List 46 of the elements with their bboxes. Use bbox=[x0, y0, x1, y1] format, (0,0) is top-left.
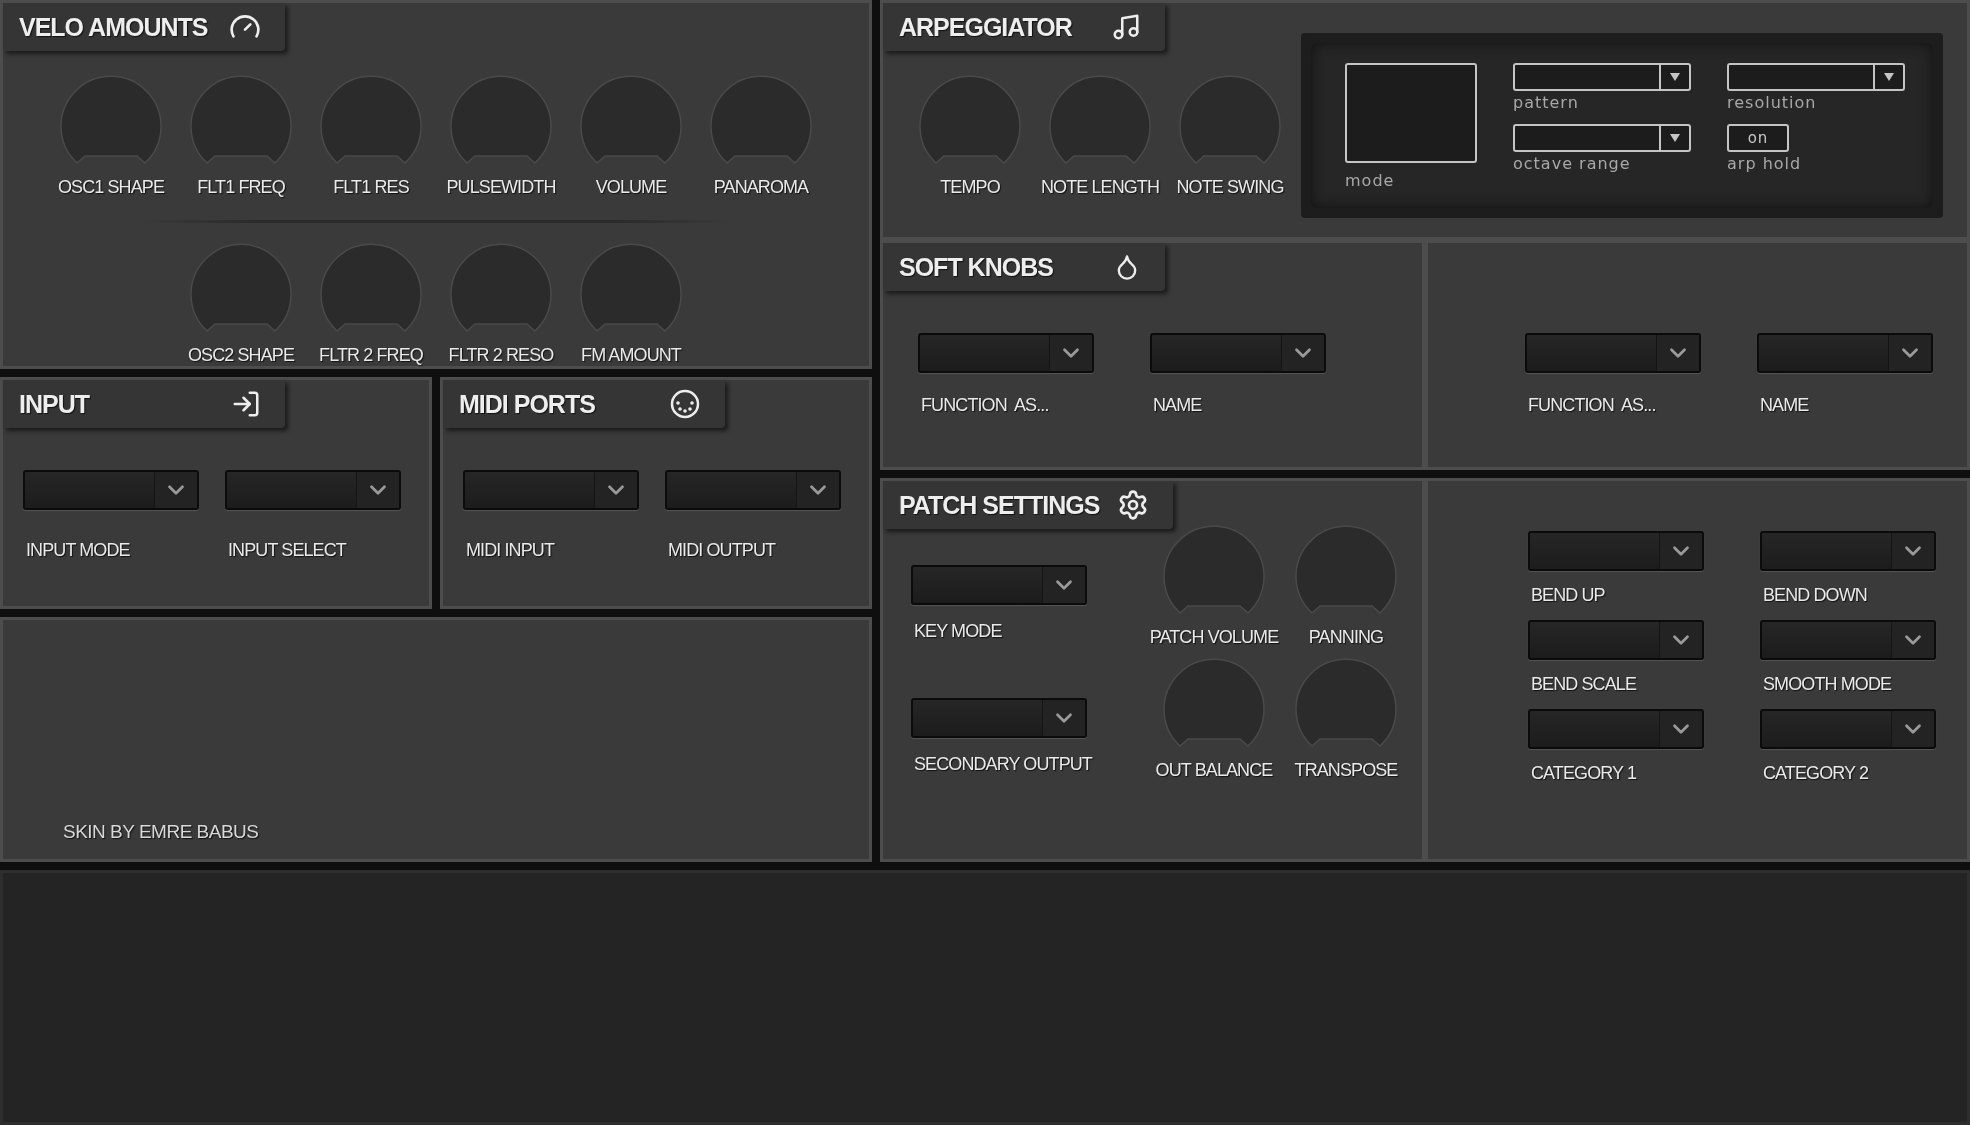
credit-text: SKIN BY EMRE BABUS bbox=[63, 821, 260, 843]
knob-label: VOLUME bbox=[595, 177, 667, 198]
dropdown-label: pattern bbox=[1513, 93, 1580, 112]
panel-title: SOFT KNOBS bbox=[899, 252, 1053, 282]
dropdown-label: NAME bbox=[1759, 395, 1809, 416]
panel-title: INPUT bbox=[19, 389, 89, 419]
knob-label: FLTR 2 FREQ bbox=[319, 345, 423, 366]
dropdown-label: FUNCTION AS... bbox=[920, 395, 1049, 416]
knob-label: PANNING bbox=[1308, 627, 1384, 648]
dropdown-label: BEND DOWN bbox=[1762, 585, 1867, 606]
panel-title: PATCH SETTINGS bbox=[899, 490, 1100, 520]
dropdown-label: NAME bbox=[1152, 395, 1202, 416]
dropdown-label: INPUT SELECT bbox=[227, 540, 346, 561]
dropdown-label: SMOOTH MODE bbox=[1762, 674, 1892, 695]
dropdown-label: octave range bbox=[1513, 154, 1632, 173]
dropdown-label: INPUT MODE bbox=[25, 540, 130, 561]
knob-label: PANAROMA bbox=[713, 177, 809, 198]
knob-label: FLT1 RES bbox=[333, 177, 409, 198]
dropdown-label: SECONDARY OUTPUT bbox=[913, 754, 1092, 775]
panel-title: VELO AMOUNTS bbox=[19, 12, 208, 42]
dropdown-label: CATEGORY 2 bbox=[1762, 763, 1869, 784]
knob-label: PULSEWIDTH bbox=[446, 177, 556, 198]
dropdown-label: MIDI INPUT bbox=[465, 540, 554, 561]
knob-label: OSC2 SHAPE bbox=[187, 345, 294, 366]
knob-label: TEMPO bbox=[940, 177, 1000, 198]
arp-hold-button[interactable]: on bbox=[1727, 124, 1789, 152]
dropdown-label: FUNCTION AS... bbox=[1527, 395, 1656, 416]
arp-hold-label: arp hold bbox=[1727, 154, 1803, 173]
knob-label: OSC1 SHAPE bbox=[57, 177, 164, 198]
dropdown-label: BEND SCALE bbox=[1530, 674, 1637, 695]
panel-title: MIDI PORTS bbox=[459, 389, 595, 419]
knob-label: NOTE LENGTH bbox=[1040, 177, 1160, 198]
dropdown-label: KEY MODE bbox=[913, 621, 1002, 642]
mode-label: mode bbox=[1345, 171, 1396, 190]
panel-title: ARPEGGIATOR bbox=[899, 12, 1072, 42]
knob-label: TRANSPOSE bbox=[1294, 760, 1398, 781]
dropdown-label: BEND UP bbox=[1530, 585, 1605, 606]
dropdown-label: CATEGORY 1 bbox=[1530, 763, 1637, 784]
knob-label: OUT BALANCE bbox=[1155, 760, 1273, 781]
knob-label: NOTE SWING bbox=[1176, 177, 1284, 198]
knob-label: FLT1 FREQ bbox=[197, 177, 285, 198]
knob-label: FLTR 2 RESO bbox=[448, 345, 554, 366]
dropdown-label: resolution bbox=[1727, 93, 1818, 112]
knob-label: FM AMOUNT bbox=[581, 345, 681, 366]
dropdown-label: MIDI OUTPUT bbox=[667, 540, 776, 561]
knob-label: PATCH VOLUME bbox=[1149, 627, 1279, 648]
